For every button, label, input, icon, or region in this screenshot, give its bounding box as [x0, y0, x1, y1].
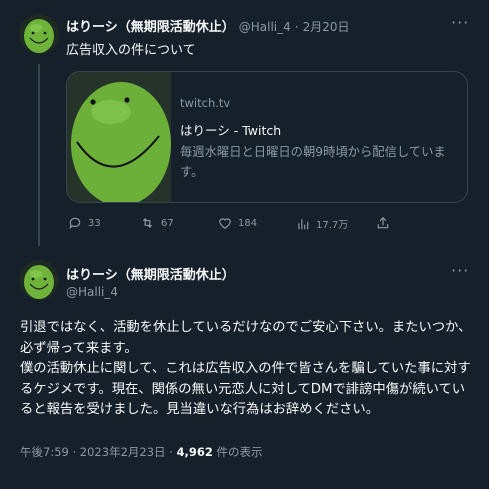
- retweet-count: 67: [161, 217, 174, 229]
- blob-avatar-icon: [19, 14, 59, 54]
- tweet-date[interactable]: 2023年2月23日: [80, 445, 166, 459]
- thread-line: [38, 64, 40, 246]
- tweet-text: 広告収入の件について: [66, 43, 196, 58]
- reply-button[interactable]: 33: [68, 216, 101, 230]
- separator: ·: [169, 445, 173, 459]
- tweet-time[interactable]: 午後7:59: [20, 445, 69, 459]
- reply-count: 33: [88, 217, 101, 229]
- views-count: 4,962: [176, 445, 213, 459]
- display-name[interactable]: はりーシ（無期限活動休止）: [66, 264, 235, 283]
- like-icon: [219, 218, 231, 229]
- views-count: 17.7万: [316, 220, 349, 231]
- card-domain: twitch.tv: [180, 96, 231, 110]
- views-label: 件の表示: [216, 445, 263, 459]
- avatar[interactable]: [19, 260, 59, 300]
- tweet-meta: 午後7:59 · 2023年2月23日 · 4,962 件の表示: [20, 444, 263, 460]
- blob-thumbnail-icon: [67, 72, 171, 202]
- tweet-body: 引退ではなく、活動を休止しているだけなのでご安心下さい。またいつか、必ず帰って来…: [20, 320, 472, 417]
- link-card[interactable]: twitch.tv はりーシ - Twitch 毎週水曜日と日曜日の朝9時頃から…: [66, 71, 468, 203]
- tweet-date[interactable]: 2月20日: [303, 18, 350, 35]
- tweet-header: はりーシ（無期限活動休止） @Halli_4 · 2月20日: [66, 16, 350, 35]
- reply-icon: [69, 217, 81, 230]
- card-title: はりーシ - Twitch: [180, 123, 282, 138]
- display-name[interactable]: はりーシ（無期限活動休止）: [66, 16, 235, 35]
- separator: ·: [294, 20, 299, 34]
- views-button[interactable]: 17.7万: [296, 216, 348, 231]
- like-count: 184: [238, 217, 258, 229]
- share-button[interactable]: [376, 216, 390, 230]
- retweet-button[interactable]: 67: [140, 216, 174, 230]
- views-icon: [298, 218, 309, 229]
- retweet-icon: [143, 218, 152, 228]
- card-image: [67, 72, 171, 202]
- more-icon[interactable]: ···: [451, 13, 469, 32]
- more-icon[interactable]: ···: [451, 261, 469, 280]
- blob-avatar-icon: [19, 260, 59, 300]
- card-description: 毎週水曜日と日曜日の朝9時頃から配信していま す。: [180, 145, 446, 179]
- share-icon: [377, 216, 389, 229]
- avatar[interactable]: [19, 14, 59, 54]
- like-button[interactable]: 184: [218, 216, 257, 230]
- handle[interactable]: @Halli_4: [239, 20, 291, 34]
- separator: ·: [72, 445, 77, 459]
- handle[interactable]: @Halli_4: [66, 285, 118, 299]
